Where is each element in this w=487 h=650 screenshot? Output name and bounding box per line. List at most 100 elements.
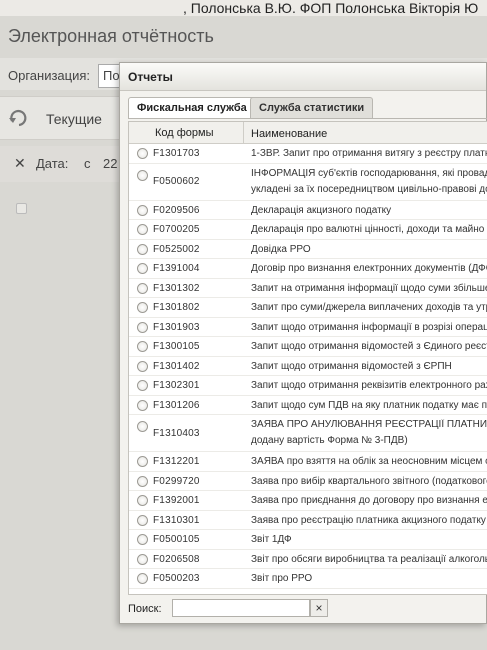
form-name-line: Звіт про РРО	[251, 573, 313, 584]
table-row[interactable]: F1310301 Заява про реєстрацію платника ак…	[129, 511, 487, 530]
form-code: F0206508	[153, 553, 200, 565]
form-code: F0500203	[153, 573, 200, 584]
tab-fiscal-service[interactable]: Фискальная служба	[128, 97, 256, 119]
form-name-line: ЗАЯВА про взяття на облік за неосновним …	[251, 456, 487, 467]
form-name-line: Запит щодо отримання реквізитів електрон…	[251, 380, 487, 391]
form-name: Запит про суми/джерела виплачених доході…	[251, 302, 487, 314]
form-name: Декларація акцизного податку	[251, 205, 487, 217]
search-input[interactable]	[172, 599, 310, 617]
table-row[interactable]: F1301302 Запит на отримання інформації що…	[129, 279, 487, 298]
table-row[interactable]: F1392001 Заява про приєднання до договору…	[129, 491, 487, 511]
form-name-line: 1-ЗВР. Запит про отримання витягу з реєс…	[251, 148, 487, 159]
table-row[interactable]: F1301802 Запит про суми/джерела виплачени…	[129, 298, 487, 318]
form-name: ЗАЯВА про взяття на облік за неосновним …	[251, 456, 487, 468]
row-radio[interactable]	[137, 456, 148, 467]
table-row[interactable]: F1301206 Запит щодо сум ПДВ на яку платни…	[129, 396, 487, 415]
form-code: F1301206	[153, 399, 200, 411]
form-name-line: Звіт про обсяги виробництва та реалізаці…	[251, 553, 487, 565]
form-name-line: Заява про реєстрацію платника акцизного …	[251, 514, 487, 526]
table-row[interactable]: F1302301 Запит щодо отримання реквізитів …	[129, 376, 487, 396]
form-code: F0500602	[153, 176, 200, 187]
column-header-code[interactable]: Код формы	[155, 127, 214, 139]
table-row[interactable]: F0500203 Звіт про РРО	[129, 569, 487, 589]
table-row[interactable]: F0500105 Звіт 1ДФ	[129, 530, 487, 550]
form-name-line: Заява про приєднання до договору про виз…	[251, 495, 487, 506]
form-name: ІНФОРМАЦІЯ суб'єктів господарювання, які…	[251, 168, 487, 196]
row-radio[interactable]	[137, 495, 148, 506]
table-row[interactable]: F0206508 Звіт про обсяги виробництва та р…	[129, 550, 487, 569]
form-code: F1300105	[153, 341, 200, 352]
table-row[interactable]: F0525002 Довідка РРО	[129, 240, 487, 259]
tab-statistics-service[interactable]: Служба статистики	[250, 97, 374, 119]
row-radio[interactable]	[137, 553, 148, 565]
remove-filter-icon[interactable]: ✕	[14, 155, 26, 172]
row-radio[interactable]	[137, 534, 148, 545]
form-name: Заява про вибір квартального звітного (п…	[251, 476, 487, 488]
row-radio[interactable]	[137, 399, 148, 411]
table-row[interactable]: F0209506 Декларація акцизного податку	[129, 201, 487, 220]
row-radio[interactable]	[137, 204, 148, 216]
form-name: Запит щодо отримання реквізитів електрон…	[251, 380, 487, 392]
row-radio[interactable]	[137, 341, 148, 352]
form-code: F1301903	[153, 321, 200, 333]
row-radio[interactable]	[137, 380, 148, 391]
date-from-label: с	[84, 156, 91, 171]
row-radio[interactable]	[137, 169, 148, 181]
select-all-checkbox[interactable]	[16, 203, 27, 214]
dialog-title: Отчеты	[128, 70, 173, 84]
row-radio[interactable]	[137, 282, 148, 294]
table-row[interactable]: F0700205 Декларація про валютні цінності,…	[129, 220, 487, 240]
row-radio[interactable]	[137, 263, 148, 274]
table-row[interactable]: F1301402 Запит щодо отримання відомостей …	[129, 357, 487, 376]
table-row[interactable]: F0500602 ІНФОРМАЦІЯ суб'єктів господарюва…	[129, 164, 487, 201]
row-radio[interactable]	[137, 243, 148, 255]
refresh-icon[interactable]	[8, 109, 30, 127]
row-radio[interactable]	[137, 514, 148, 526]
row-radio[interactable]	[137, 224, 148, 235]
form-name-line: Запит щодо отримання відомостей з Єдиног…	[251, 341, 487, 352]
table-row[interactable]: F1310403 ЗАЯВА ПРО АНУЛЮВАННЯ РЕЄСТРАЦІЇ …	[129, 415, 487, 452]
row-radio[interactable]	[137, 475, 148, 487]
form-name-line: Запит на отримання інформації щодо суми …	[251, 282, 487, 294]
form-code: F1301402	[153, 360, 200, 372]
table-row[interactable]: F1300105 Запит щодо отримання відомостей …	[129, 337, 487, 357]
search-row: Поиск: ×	[120, 597, 486, 623]
form-name: Довідка РРО	[251, 244, 487, 256]
table-row[interactable]: F1301703 1-ЗВР. Запит про отримання витяг…	[129, 144, 487, 164]
clear-search-button[interactable]: ×	[310, 599, 328, 617]
form-name-line: ІНФОРМАЦІЯ суб'єктів господарювання, які…	[251, 167, 487, 179]
row-radio[interactable]	[137, 321, 148, 333]
form-code: F1302301	[153, 380, 200, 391]
row-radio[interactable]	[137, 573, 148, 584]
dialog-header[interactable]: Отчеты	[120, 63, 486, 91]
column-header-name[interactable]: Наименование	[251, 128, 327, 140]
forms-table: Код формы Наименование F1301703 1-ЗВР. За…	[128, 121, 487, 595]
form-code: F0700205	[153, 224, 200, 235]
form-name: ЗАЯВА ПРО АНУЛЮВАННЯ РЕЄСТРАЦІЇ ПЛАТНИКА…	[251, 419, 487, 447]
form-code: F1310301	[153, 514, 200, 526]
form-code: F0500105	[153, 534, 200, 545]
form-name-line: Запит щодо отримання відомостей з ЄРПН	[251, 360, 452, 372]
form-name: Запит на отримання інформації щодо суми …	[251, 283, 487, 295]
form-name: Заява про приєднання до договору про виз…	[251, 495, 487, 507]
tab-current[interactable]: Текущие	[46, 111, 102, 127]
reports-dialog: Отчеты Фискальная служба Служба статисти…	[119, 62, 487, 624]
form-name-line: Запит щодо сум ПДВ на яку платник податк…	[251, 399, 487, 411]
row-radio[interactable]	[137, 148, 148, 159]
form-name: Договір про визнання електронних докумен…	[251, 263, 487, 275]
form-name-line: Заява про вибір квартального звітного (п…	[251, 475, 487, 487]
table-row[interactable]: F1391004 Договір про визнання електронних…	[129, 259, 487, 279]
table-row[interactable]: F1312201 ЗАЯВА про взяття на облік за нео…	[129, 452, 487, 472]
date-from-input[interactable]: 22	[103, 156, 117, 171]
form-name-line: Довідка РРО	[251, 243, 311, 255]
organization-label: Организация:	[8, 68, 91, 83]
form-name: Заява про реєстрацію платника акцизного …	[251, 515, 487, 527]
table-row[interactable]: F0299720 Заява про вибір квартального зві…	[129, 472, 487, 491]
row-radio[interactable]	[137, 421, 148, 432]
table-row[interactable]: F1301903 Запит щодо отримання інформації …	[129, 318, 487, 337]
row-radio[interactable]	[137, 360, 148, 372]
date-filter-label: Дата:	[36, 156, 69, 171]
row-radio[interactable]	[137, 302, 148, 313]
form-name: Запит щодо отримання інформації в розріз…	[251, 322, 487, 334]
form-name-line: Запит щодо отримання інформації в розріз…	[251, 321, 487, 333]
